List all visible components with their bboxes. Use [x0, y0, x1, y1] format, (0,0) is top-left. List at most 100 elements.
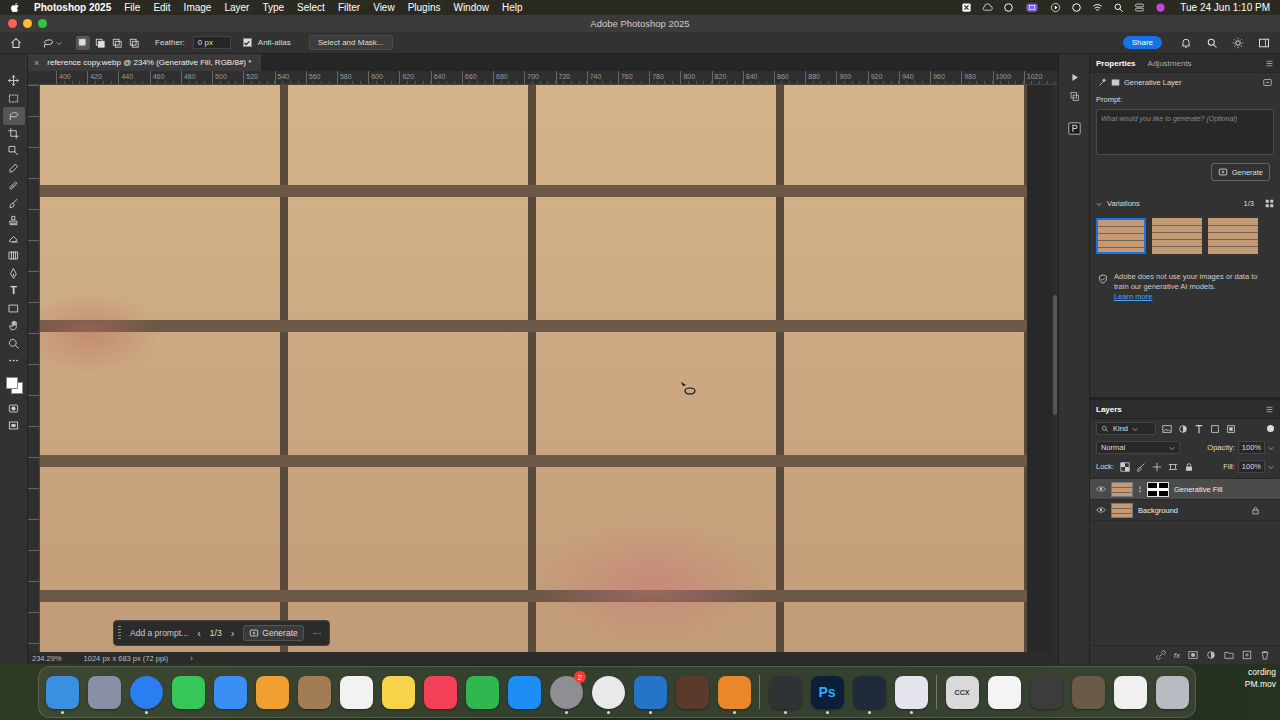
bell-icon[interactable]: [1180, 37, 1192, 49]
chevron-down-icon[interactable]: [1268, 445, 1274, 451]
minimize-button[interactable]: [23, 19, 32, 28]
dock-item[interactable]: [852, 670, 886, 714]
screen-mode-tool[interactable]: [3, 417, 25, 435]
group-icon[interactable]: [1224, 650, 1234, 660]
adjustment-icon[interactable]: [1206, 650, 1216, 660]
discover-icon[interactable]: [1232, 37, 1244, 49]
menu-item[interactable]: Window: [453, 2, 489, 13]
hand-tool[interactable]: [3, 317, 25, 335]
scrollbar-thumb[interactable]: [1053, 295, 1057, 415]
search-icon[interactable]: [1206, 37, 1218, 49]
layers-tab[interactable]: Layers: [1096, 405, 1122, 414]
pixel-filter-icon[interactable]: [1162, 424, 1172, 434]
circle-icon[interactable]: [1071, 2, 1082, 13]
adjustment-filter-icon[interactable]: [1178, 424, 1188, 434]
brush-tool[interactable]: [3, 195, 25, 213]
menu-item[interactable]: Select: [297, 2, 325, 13]
dock-item[interactable]: [255, 670, 289, 714]
dock-item[interactable]: [171, 670, 205, 714]
more-button[interactable]: ···: [313, 628, 322, 638]
previous-variation-button[interactable]: ‹: [197, 627, 201, 639]
selection-mode-button[interactable]: [110, 36, 124, 50]
tab-close-button[interactable]: ×: [34, 58, 39, 68]
lock-icon[interactable]: [1251, 506, 1260, 515]
select-and-mask-button[interactable]: Select and Mask...: [309, 35, 393, 50]
new-layer-icon[interactable]: [1242, 650, 1252, 660]
quick-mask-tool[interactable]: [3, 400, 25, 418]
switch-icon[interactable]: [1134, 2, 1145, 13]
dock-item[interactable]: [633, 670, 667, 714]
link-icon[interactable]: [1156, 650, 1166, 660]
dock-item[interactable]: [213, 670, 247, 714]
blend-mode-dropdown[interactable]: Normal: [1096, 441, 1180, 454]
eyedropper-tool[interactable]: [3, 160, 25, 178]
actions-icon[interactable]: [1069, 72, 1080, 83]
object-tool[interactable]: [3, 142, 25, 160]
layer-row[interactable]: Background: [1090, 500, 1280, 521]
menu-item[interactable]: View: [373, 2, 395, 13]
app-menu[interactable]: Photoshop 2025: [34, 2, 111, 13]
dock-item[interactable]: CCX: [945, 670, 979, 714]
dock-item[interactable]: [423, 670, 457, 714]
convert-icon[interactable]: [1263, 78, 1272, 87]
prompt-field[interactable]: Add a prompt...: [130, 628, 188, 638]
type-filter-icon[interactable]: [1194, 424, 1204, 434]
layer-row[interactable]: Generative Fill: [1090, 479, 1280, 500]
dock-item[interactable]: 2: [549, 670, 583, 714]
crop-tool[interactable]: [3, 125, 25, 143]
dock-item[interactable]: [675, 670, 709, 714]
siri-icon[interactable]: [1155, 2, 1166, 13]
anti-alias-checkbox[interactable]: Anti-alias: [243, 38, 291, 47]
vertical-scrollbar[interactable]: [1052, 85, 1058, 652]
panel-menu-icon[interactable]: [1265, 59, 1274, 68]
dock-item[interactable]: [87, 670, 121, 714]
menu-item[interactable]: File: [124, 2, 140, 13]
dock-item[interactable]: [591, 670, 625, 714]
dock-item[interactable]: [381, 670, 415, 714]
dock-item[interactable]: [768, 670, 802, 714]
cloud-icon[interactable]: [982, 2, 993, 13]
dock-item[interactable]: [507, 670, 541, 714]
share-button[interactable]: Share: [1123, 36, 1162, 49]
filter-kind-dropdown[interactable]: Kind: [1096, 422, 1156, 435]
opacity-field[interactable]: 100%: [1238, 441, 1265, 454]
tool-preset-picker[interactable]: [42, 37, 62, 49]
document-tab[interactable]: × reference copy.webp @ 234% (Generative…: [28, 54, 261, 71]
lock-pixels-icon[interactable]: [1136, 462, 1146, 472]
feather-field[interactable]: 0 px: [193, 36, 231, 49]
learn-more-link[interactable]: Learn more: [1114, 292, 1272, 302]
play-icon[interactable]: [1050, 2, 1061, 13]
fx-button[interactable]: fx: [1174, 651, 1180, 660]
selection-mode-button[interactable]: [127, 36, 141, 50]
history-icon[interactable]: [1069, 91, 1080, 102]
menu-item[interactable]: Layer: [224, 2, 249, 13]
lock-artboard-icon[interactable]: [1168, 462, 1178, 472]
trash-icon[interactable]: [1260, 650, 1270, 660]
shape-tool[interactable]: [3, 300, 25, 318]
close-button[interactable]: [8, 19, 17, 28]
generate-button[interactable]: Generate: [243, 625, 303, 641]
dock-item[interactable]: [987, 670, 1021, 714]
pen-tool[interactable]: [3, 265, 25, 283]
layer-mask-thumbnail[interactable]: [1147, 482, 1169, 497]
eraser-tool[interactable]: [3, 230, 25, 248]
color-swatches[interactable]: [5, 376, 23, 394]
variation-thumbnail[interactable]: [1096, 218, 1146, 254]
dock-item[interactable]: [717, 670, 751, 714]
clock[interactable]: Tue 24 Jun 1:10 PM: [1180, 2, 1270, 13]
generate-button[interactable]: Generate: [1211, 163, 1270, 181]
stamp-tool[interactable]: [3, 212, 25, 230]
fill-field[interactable]: 100%: [1238, 460, 1265, 473]
selection-mode-button[interactable]: [93, 36, 107, 50]
menu-item[interactable]: Type: [262, 2, 284, 13]
add-mask-icon[interactable]: [1188, 650, 1198, 660]
xbox-icon[interactable]: [961, 2, 972, 13]
drag-handle[interactable]: [118, 626, 121, 640]
properties-icon[interactable]: [1068, 122, 1081, 135]
grid-view-icon[interactable]: [1265, 199, 1274, 208]
move-tool[interactable]: [3, 72, 25, 90]
chain-icon[interactable]: [1138, 485, 1142, 494]
variations-header[interactable]: Variations 1/3: [1090, 195, 1280, 212]
zoom-level[interactable]: 234.29%: [32, 654, 62, 663]
menu-item[interactable]: Help: [502, 2, 523, 13]
